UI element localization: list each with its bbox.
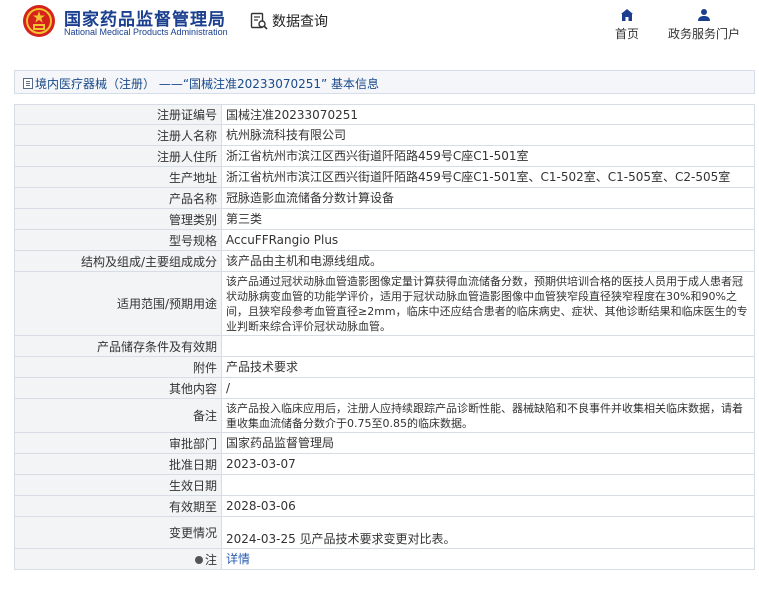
note-label: 注 <box>204 552 217 567</box>
field-value: 第三类 <box>221 208 755 230</box>
table-row: 生产地址 浙江省杭州市滨江区西兴街道阡陌路459号C座C1-501室、C1-50… <box>14 166 755 188</box>
table-row: 注册证编号 国械注准20233070251 <box>14 104 755 125</box>
field-label: 审批部门 <box>14 432 222 454</box>
field-value: 杭州脉流科技有限公司 <box>221 124 755 146</box>
field-label: 适用范围/预期用途 <box>14 271 222 336</box>
home-icon <box>621 9 633 21</box>
site-header: 国家药品监督管理局 National Medical Products Admi… <box>0 0 759 52</box>
nav-service-portal[interactable]: 政务服务门户 <box>664 8 744 42</box>
table-row: 附件 产品技术要求 <box>14 356 755 378</box>
data-query-link[interactable]: 数据查询 <box>250 11 328 31</box>
user-icon <box>698 9 710 21</box>
field-value: 浙江省杭州市滨江区西兴街道阡陌路459号C座C1-501室、C1-502室、C1… <box>221 166 755 188</box>
table-row: 产品储存条件及有效期 <box>14 335 755 357</box>
field-label: 产品储存条件及有效期 <box>14 335 222 357</box>
table-row: 有效期至 2028-03-06 <box>14 495 755 517</box>
table-row: 结构及组成/主要组成成分 该产品由主机和电源线组成。 <box>14 250 755 272</box>
field-label: 其他内容 <box>14 377 222 399</box>
field-label: 有效期至 <box>14 495 222 517</box>
table-row: 生效日期 <box>14 474 755 496</box>
table-row: 其他内容 / <box>14 377 755 399</box>
field-label-note: 注 <box>14 548 222 570</box>
field-label: 批准日期 <box>14 453 222 475</box>
document-icon <box>23 78 33 89</box>
field-label: 生效日期 <box>14 474 222 496</box>
field-value: AccuFFRangio Plus <box>221 229 755 251</box>
field-label: 管理类别 <box>14 208 222 230</box>
details-link[interactable]: 详情 <box>221 548 755 570</box>
table-row: 产品名称 冠脉造影血流储备分数计算设备 <box>14 187 755 209</box>
field-label: 附件 <box>14 356 222 378</box>
org-name-en[interactable]: National Medical Products Administration <box>64 27 228 37</box>
field-value <box>221 474 755 496</box>
table-row: 注 详情 <box>14 548 755 570</box>
table-row: 管理类别 第三类 <box>14 208 755 230</box>
field-value: 2023-03-07 <box>221 453 755 475</box>
field-label: 注册证编号 <box>14 104 222 125</box>
field-value: 国家药品监督管理局 <box>221 432 755 454</box>
field-label: 结构及组成/主要组成成分 <box>14 250 222 272</box>
field-value: 浙江省杭州市滨江区西兴街道阡陌路459号C座C1-501室 <box>221 145 755 167</box>
table-row: 批准日期 2023-03-07 <box>14 453 755 475</box>
field-label: 变更情况 <box>14 516 222 549</box>
nav-service-portal-label: 政务服务门户 <box>667 27 740 41</box>
data-query-label: 数据查询 <box>272 14 328 30</box>
field-label: 注册人住所 <box>14 145 222 167</box>
nav-home-label: 首页 <box>614 27 639 41</box>
field-value: 该产品投入临床应用后，注册人应持续跟踪产品诊断性能、器械缺陷和不良事件并收集相关… <box>221 398 755 433</box>
field-label: 产品名称 <box>14 187 222 209</box>
table-row: 适用范围/预期用途 该产品通过冠状动脉血管造影图像定量计算获得血流储备分数，预期… <box>14 271 755 336</box>
field-value: 产品技术要求 <box>221 356 755 378</box>
field-value <box>221 335 755 357</box>
table-row: 审批部门 国家药品监督管理局 <box>14 432 755 454</box>
table-row: 注册人住所 浙江省杭州市滨江区西兴街道阡陌路459号C座C1-501室 <box>14 145 755 167</box>
field-value: 国械注准20233070251 <box>221 104 755 125</box>
field-value: 2024-03-25 见产品技术要求变更对比表。 <box>221 516 755 549</box>
field-value: / <box>221 377 755 399</box>
field-value: 该产品通过冠状动脉血管造影图像定量计算获得血流储备分数，预期供培训合格的医技人员… <box>221 271 755 336</box>
national-emblem-icon <box>23 5 55 37</box>
breadcrumb: 境内医疗器械（注册） ——“国械注准20233070251” 基本信息 <box>23 75 379 92</box>
registration-info-table: 注册证编号 国械注准20233070251 注册人名称 杭州脉流科技有限公司 注… <box>14 104 755 570</box>
table-row: 变更情况 2024-03-25 见产品技术要求变更对比表。 <box>14 516 755 549</box>
field-label: 生产地址 <box>14 166 222 188</box>
table-row: 型号规格 AccuFFRangio Plus <box>14 229 755 251</box>
record-title-bar: 境内医疗器械（注册） ——“国械注准20233070251” 基本信息 <box>14 70 755 94</box>
field-label: 备注 <box>14 398 222 433</box>
field-label: 型号规格 <box>14 229 222 251</box>
table-row: 注册人名称 杭州脉流科技有限公司 <box>14 124 755 146</box>
nav-home[interactable]: 首页 <box>612 8 642 42</box>
field-label: 注册人名称 <box>14 124 222 146</box>
field-value: 该产品由主机和电源线组成。 <box>221 250 755 272</box>
document-search-icon <box>250 12 268 30</box>
breadcrumb-text: 境内医疗器械（注册） ——“国械注准20233070251” 基本信息 <box>35 77 380 91</box>
field-value: 2028-03-06 <box>221 495 755 517</box>
dot-icon <box>194 556 203 564</box>
field-value: 冠脉造影血流储备分数计算设备 <box>221 187 755 209</box>
table-row: 备注 该产品投入临床应用后，注册人应持续跟踪产品诊断性能、器械缺陷和不良事件并收… <box>14 398 755 433</box>
